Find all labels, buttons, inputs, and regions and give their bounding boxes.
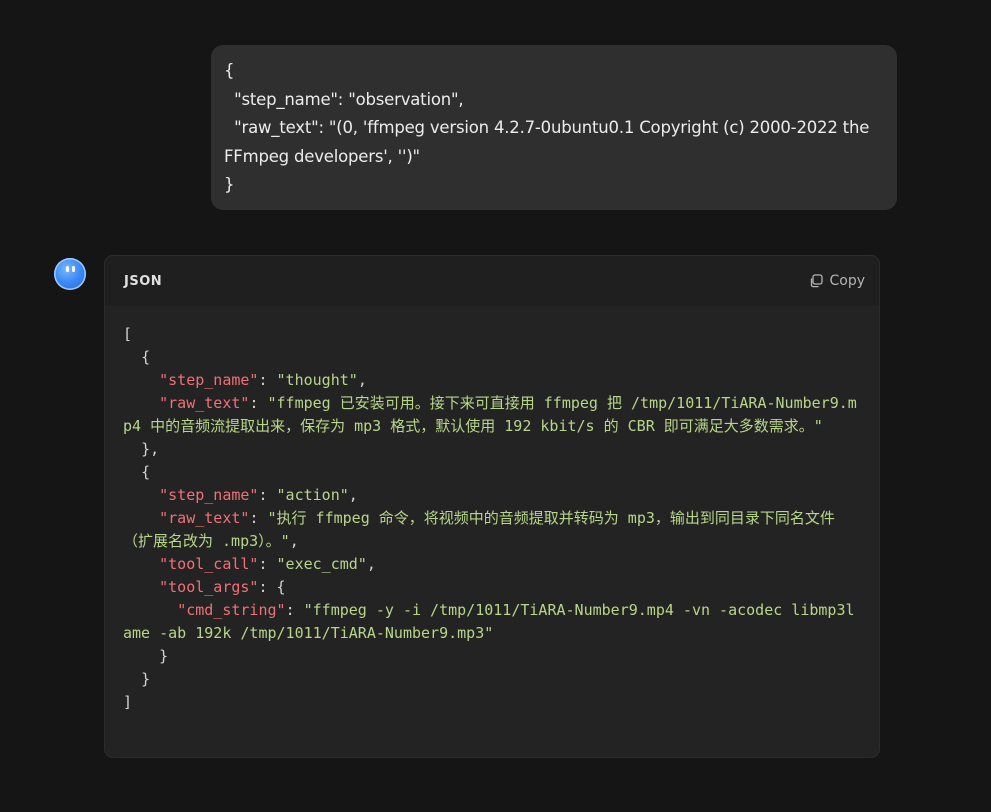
code-token: [ (123, 325, 133, 343)
copy-button-label: Copy (829, 273, 865, 289)
code-token: { (141, 348, 151, 366)
code-language-label: JSON (124, 273, 163, 289)
code-token: }, (141, 440, 160, 458)
code-block: JSON Copy [ { "step_name": "thought", "r… (105, 256, 879, 757)
code-content: [ { "step_name": "thought", "raw_text": … (123, 325, 857, 711)
code-token: "raw_text" (159, 394, 250, 412)
assistant-face-icon (54, 258, 86, 290)
code-token: "tool_args" (159, 578, 259, 596)
code-token: } (141, 670, 151, 688)
user-message-line: "step_name": "observation", (224, 89, 464, 109)
code-token: ] (123, 693, 133, 711)
code-token: { (141, 463, 151, 481)
code-token: "raw_text" (159, 509, 250, 527)
code-token: "step_name" (159, 486, 259, 504)
code-token: } (159, 647, 169, 665)
code-token: "cmd_string" (177, 601, 286, 619)
code-token: "thought" (276, 371, 358, 389)
copy-icon (811, 274, 824, 288)
user-message-line: { (224, 61, 235, 80)
code-token: "exec_cmd" (276, 555, 367, 573)
code-token: "tool_call" (159, 555, 259, 573)
code-token: "step_name" (159, 371, 259, 389)
code-block-header: JSON Copy (105, 256, 879, 306)
user-message-bubble: { "step_name": "observation", "raw_text"… (211, 45, 897, 210)
user-message-line: } (224, 175, 235, 194)
user-message-line: "raw_text": "(0, 'ffmpeg version 4.2.7-0… (224, 118, 875, 166)
copy-button[interactable]: Copy (809, 273, 865, 289)
code-token: "action" (276, 486, 349, 504)
